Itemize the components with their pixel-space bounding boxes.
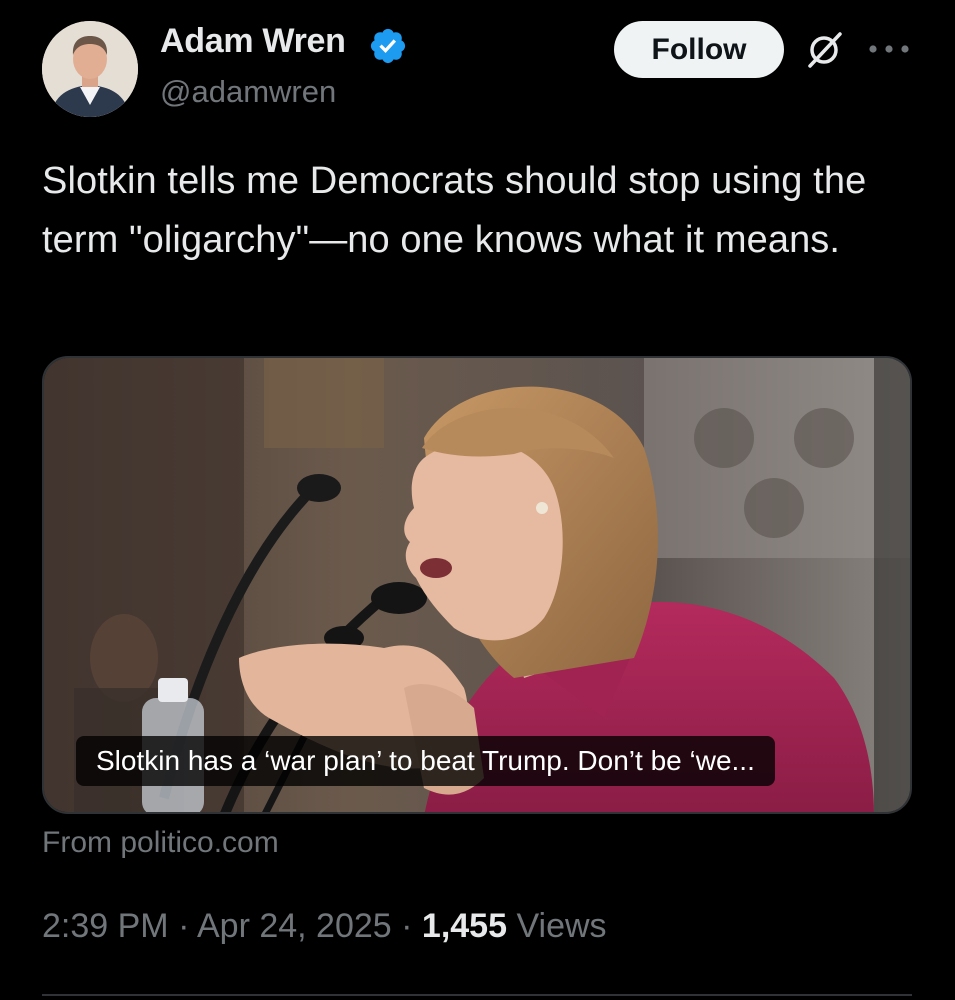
avatar-photo	[42, 21, 138, 117]
views-label: Views	[516, 907, 607, 945]
tweet-date[interactable]: Apr 24, 2025	[197, 907, 392, 945]
meta-separator: ·	[178, 907, 190, 945]
author-name[interactable]: Adam Wren	[160, 22, 346, 61]
tweet-text: Slotkin tells me Democrats should stop u…	[42, 160, 867, 261]
avatar[interactable]	[42, 21, 138, 117]
more-options-icon[interactable]	[866, 36, 912, 62]
follow-button[interactable]: Follow	[614, 21, 784, 78]
link-card[interactable]: Slotkin has a ‘war plan’ to beat Trump. …	[42, 356, 912, 814]
card-title[interactable]: Slotkin has a ‘war plan’ to beat Trump. …	[76, 736, 775, 786]
author-handle[interactable]: @adamwren	[160, 74, 336, 110]
card-source[interactable]: From politico.com	[42, 826, 279, 860]
tweet-time[interactable]: 2:39 PM	[42, 907, 169, 945]
divider	[42, 994, 912, 996]
views-count: 1,455	[421, 907, 508, 945]
tweet-meta: 2:39 PM · Apr 24, 2025 · 1,455 Views	[42, 907, 607, 946]
meta-separator: ·	[401, 907, 413, 945]
verified-badge-icon	[370, 28, 406, 64]
grok-icon[interactable]	[802, 28, 846, 72]
tweet: Adam Wren @adamwren Follow Slotkin tells…	[0, 0, 955, 1000]
